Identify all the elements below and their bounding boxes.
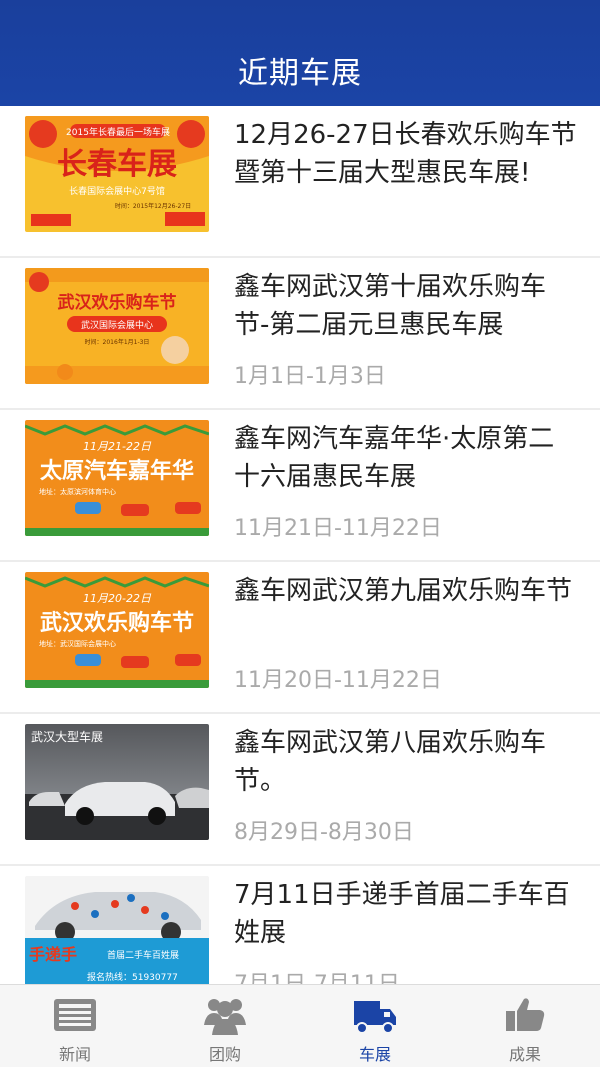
event-date: 7月1日-7月11日 (234, 966, 400, 984)
event-title: 鑫车网汽车嘉年华·太原第二十六届惠民车展 (234, 424, 555, 492)
list-item[interactable]: 11月21-22日 太原汽车嘉年华 地址：太原滨河体育中心 鑫车网汽车嘉年华·太… (0, 410, 600, 560)
event-title: 12月26-27日长春欢乐购车节暨第十三届大型惠民车展! (234, 120, 577, 188)
thumb-main-text: 手递手 (29, 945, 77, 964)
top-header: 近期车展 (0, 0, 600, 106)
event-title: 7月11日手递手首届二手车百姓展 (234, 880, 570, 948)
truck-icon (354, 1001, 396, 1034)
bottom-tab-bar: 新闻 团购 车展 成果 (0, 984, 600, 1067)
thumb-phone-text: 报名热线：51930777 (87, 971, 178, 983)
page-title: 近期车展 (238, 56, 362, 91)
thumb-sub-text: 地址：太原滨河体育中心 (39, 487, 116, 496)
thumb-top-text: 11月20-22日 (83, 592, 152, 605)
thumb-sub-text: 首届二手车百姓展 (107, 949, 179, 961)
event-thumbnail: 11月21-22日 太原汽车嘉年华 地址：太原滨河体育中心 (25, 420, 209, 536)
tab-label: 成果 (508, 1045, 541, 1064)
event-thumbnail: 武汉大型车展 (25, 724, 209, 840)
group-buy-icon (204, 999, 246, 1035)
tab-results[interactable]: 成果 (450, 985, 600, 1067)
event-title: 鑫车网武汉第九届欢乐购车节 (234, 576, 573, 606)
tab-label: 团购 (208, 1045, 241, 1064)
news-icon (54, 999, 96, 1031)
list-item[interactable]: 11月20-22日 武汉欢乐购车节 地址：武汉国际会展中心 鑫车网武汉第九届欢乐… (0, 562, 600, 712)
event-date: 1月1日-1月3日 (234, 364, 386, 389)
list-item[interactable]: 武汉大型车展 鑫车网武汉第八届欢乐购车节。 8月29日-8月30日 (0, 714, 600, 864)
thumb-sub-text: 地址：武汉国际会展中心 (39, 639, 116, 648)
thumbs-up-icon (506, 998, 545, 1031)
event-title: 鑫车网武汉第八届欢乐购车节。 (234, 728, 547, 796)
event-title: 鑫车网武汉第十届欢乐购车节-第二届元旦惠民车展 (234, 272, 547, 340)
tab-label: 车展 (358, 1045, 391, 1064)
thumb-sub-text: 武汉国际会展中心 (81, 319, 153, 331)
event-date: 8月29日-8月30日 (234, 820, 414, 845)
thumb-main-text: 长春车展 (57, 147, 177, 182)
tab-news[interactable]: 新闻 (0, 985, 150, 1067)
thumb-main-text: 武汉欢乐购车节 (58, 292, 177, 313)
thumb-top-text: 2015年长春最后一场车展 (66, 126, 170, 138)
thumb-top-text: 11月21-22日 (83, 440, 152, 453)
event-thumbnail: 2015年长春最后一场车展 长春车展 长春国际会展中心7号馆 时间：2015年1… (25, 116, 209, 232)
event-list[interactable]: 2015年长春最后一场车展 长春车展 长春国际会展中心7号馆 时间：2015年1… (0, 106, 600, 984)
list-item[interactable]: 手递手 首届二手车百姓展 报名热线：51930777 7月11日手递手首届二手车… (0, 866, 600, 984)
tab-auto-show[interactable]: 车展 (300, 985, 450, 1067)
tab-group-buy[interactable]: 团购 (150, 985, 300, 1067)
thumb-time-text: 时间：2016年1月1-3日 (85, 338, 150, 346)
tab-label: 新闻 (58, 1045, 91, 1064)
thumb-main-text: 太原汽车嘉年华 (40, 458, 194, 484)
event-thumbnail: 手递手 首届二手车百姓展 报名热线：51930777 (25, 876, 209, 984)
thumb-main-text: 武汉欢乐购车节 (40, 610, 194, 636)
event-thumbnail: 11月20-22日 武汉欢乐购车节 地址：武汉国际会展中心 (25, 572, 209, 688)
event-date: 11月21日-11月22日 (234, 516, 442, 541)
thumb-main-text: 武汉大型车展 (31, 729, 103, 744)
list-item[interactable]: 武汉欢乐购车节 武汉国际会展中心 时间：2016年1月1-3日 鑫车网武汉第十届… (0, 258, 600, 408)
event-date: 11月20日-11月22日 (234, 668, 442, 693)
thumb-time-text: 时间：2015年12月26-27日 (115, 202, 191, 210)
thumb-sub-text: 长春国际会展中心7号馆 (69, 185, 165, 197)
event-thumbnail: 武汉欢乐购车节 武汉国际会展中心 时间：2016年1月1-3日 (25, 268, 209, 384)
list-item[interactable]: 2015年长春最后一场车展 长春车展 长春国际会展中心7号馆 时间：2015年1… (0, 106, 600, 256)
